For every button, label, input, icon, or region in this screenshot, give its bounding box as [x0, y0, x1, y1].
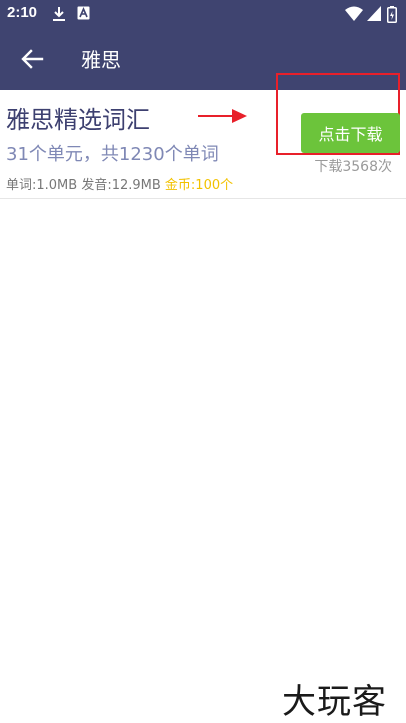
download-count: 下载3568次: [314, 159, 392, 175]
vocab-meta: 单词:1.0MB 发音:12.9MB 金币:100个: [6, 174, 233, 193]
battery-icon: [387, 6, 397, 23]
arrow-left-icon[interactable]: [20, 48, 44, 70]
arrow-right-icon: [198, 109, 247, 123]
vocab-coins: 金币:100个: [164, 178, 234, 193]
vocab-title: 雅思精选词汇: [6, 106, 150, 134]
wifi-icon: [345, 6, 363, 21]
page-title: 雅思: [81, 48, 121, 72]
status-time: 2:10: [7, 4, 38, 21]
vocab-subtitle: 31个单元，共1230个单词: [6, 144, 219, 165]
watermark: 大玩客: [282, 682, 387, 722]
status-bar: 2:10: [0, 0, 406, 28]
signal-icon: [367, 6, 381, 21]
a-badge-icon: [77, 6, 90, 20]
download-button[interactable]: 点击下载: [301, 113, 400, 153]
download-icon: [53, 7, 65, 21]
vocab-sizes: 单词:1.0MB 发音:12.9MB: [6, 178, 165, 193]
